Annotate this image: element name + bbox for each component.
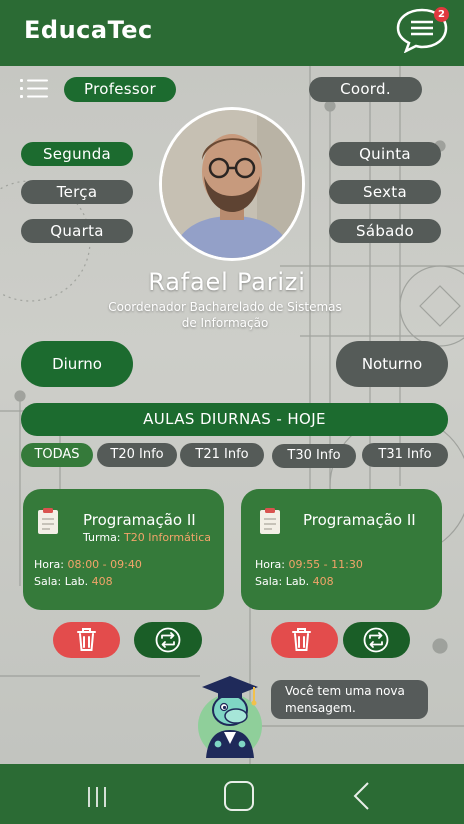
app-header: EducaTec 2 xyxy=(0,0,464,66)
hamburger-menu-icon[interactable] xyxy=(20,79,48,99)
sala-label: Sala: Lab. xyxy=(255,575,310,588)
day-terca-button[interactable]: Terça xyxy=(21,180,133,204)
turma-value: T20 Informática xyxy=(124,531,211,544)
delete-class-button[interactable] xyxy=(53,622,120,658)
class-sala: Sala: Lab. 408 xyxy=(255,575,334,588)
swap-icon xyxy=(155,627,181,653)
home-icon[interactable] xyxy=(223,780,255,812)
swap-class-button[interactable] xyxy=(343,622,410,658)
filter-t20-chip[interactable]: T20 Info xyxy=(97,443,177,467)
hora-value: 08:00 - 09:40 xyxy=(67,558,142,571)
sala-label: Sala: Lab. xyxy=(34,575,89,588)
back-icon[interactable] xyxy=(352,781,372,811)
day-quinta-button[interactable]: Quinta xyxy=(329,142,441,166)
day-sexta-button[interactable]: Sexta xyxy=(329,180,441,204)
system-navigation-bar xyxy=(0,764,464,824)
class-card[interactable]: Programação II Hora: 09:55 - 11:30 Sala:… xyxy=(241,489,442,610)
role-professor-button[interactable]: Professor xyxy=(64,77,176,102)
filter-t30-chip[interactable]: T30 Info xyxy=(272,444,356,468)
class-hora: Hora: 08:00 - 09:40 xyxy=(34,558,142,571)
delete-class-button[interactable] xyxy=(271,622,338,658)
swap-icon xyxy=(363,627,389,653)
turma-label: Turma: xyxy=(83,531,121,544)
day-segunda-button[interactable]: Segunda xyxy=(21,142,133,166)
avatar xyxy=(159,107,305,261)
toast-line2: mensagem. xyxy=(285,701,356,715)
mascot-icon[interactable] xyxy=(196,670,264,760)
section-banner: AULAS DIURNAS - HOJE xyxy=(21,403,448,436)
new-message-toast[interactable]: Você tem uma nova mensagem. xyxy=(271,680,428,719)
profile-role-line2: de Informação xyxy=(181,316,269,330)
toast-line1: Você tem uma nova xyxy=(285,684,405,698)
profile-photo xyxy=(162,110,302,258)
class-card[interactable]: Programação II Turma: T20 Informática Ho… xyxy=(23,489,224,610)
profile-role: Coordenador Bacharelado de Sistemas de I… xyxy=(100,299,350,331)
swap-class-button[interactable] xyxy=(134,622,202,658)
class-turma: Turma: T20 Informática xyxy=(83,531,211,544)
clipboard-icon xyxy=(38,508,58,534)
filter-todas-chip[interactable]: TODAS xyxy=(21,443,93,467)
role-coord-button[interactable]: Coord. xyxy=(309,77,422,102)
trash-icon xyxy=(292,628,311,651)
class-title: Programação II xyxy=(83,511,196,529)
notification-badge: 2 xyxy=(434,7,449,22)
profile-name: Rafael Parizi xyxy=(148,268,306,296)
class-hora: Hora: 09:55 - 11:30 xyxy=(255,558,363,571)
profile-role-line1: Coordenador Bacharelado de Sistemas xyxy=(108,300,342,314)
sala-value: 408 xyxy=(91,575,113,588)
class-sala: Sala: Lab. 408 xyxy=(34,575,113,588)
hora-label: Hora: xyxy=(34,558,64,571)
trash-icon xyxy=(77,628,96,651)
filter-t21-chip[interactable]: T21 Info xyxy=(180,443,264,467)
filter-t31-chip[interactable]: T31 Info xyxy=(362,443,448,467)
sala-value: 408 xyxy=(312,575,334,588)
day-sabado-button[interactable]: Sábado xyxy=(329,219,441,243)
app-title: EducaTec xyxy=(24,16,153,44)
recent-apps-icon[interactable] xyxy=(86,786,108,808)
shift-diurno-button[interactable]: Diurno xyxy=(21,341,133,387)
shift-noturno-button[interactable]: Noturno xyxy=(336,341,448,387)
day-quarta-button[interactable]: Quarta xyxy=(21,219,133,243)
clipboard-icon xyxy=(260,508,280,534)
hora-value: 09:55 - 11:30 xyxy=(288,558,363,571)
hora-label: Hora: xyxy=(255,558,285,571)
class-title: Programação II xyxy=(303,511,416,529)
